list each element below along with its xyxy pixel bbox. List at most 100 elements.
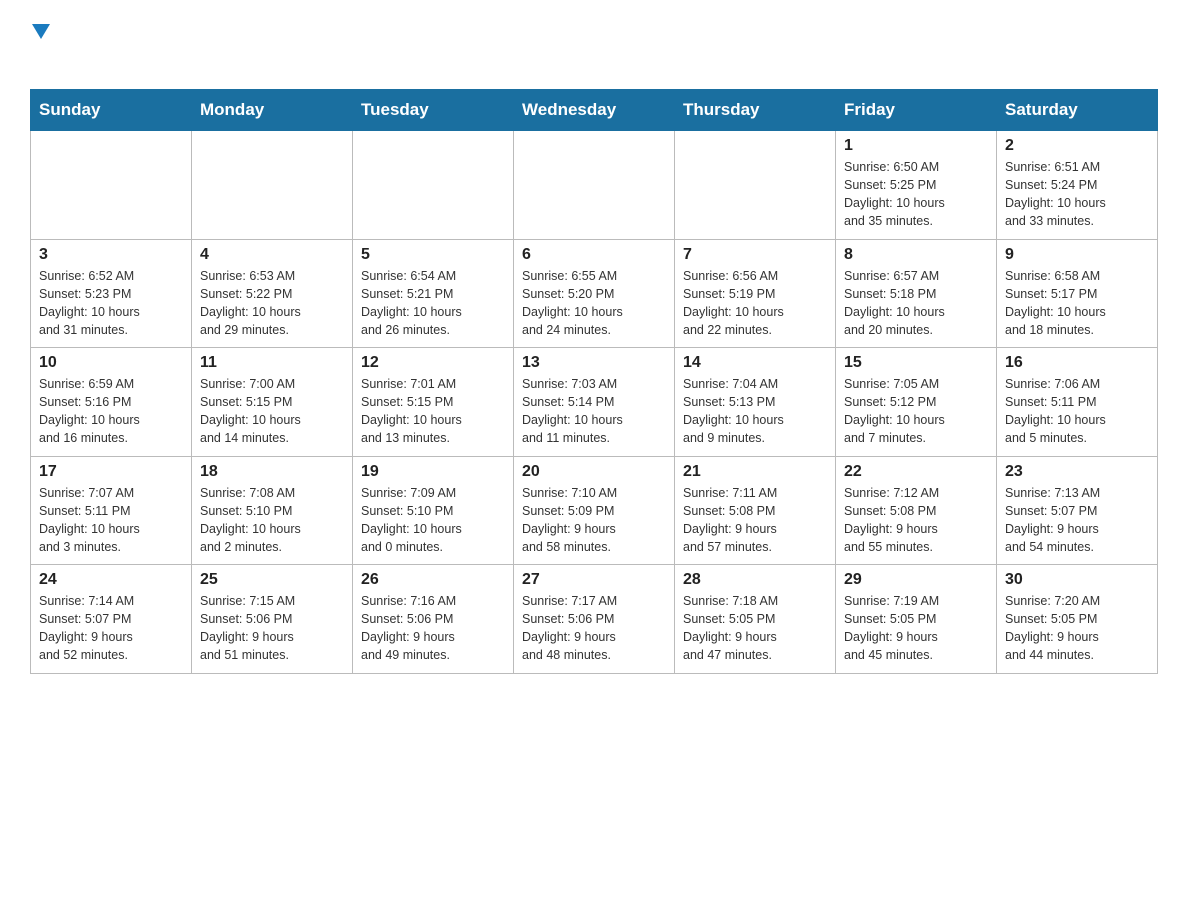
calendar-cell: 23 Sunrise: 7:13 AM Sunset: 5:07 PM Dayli…	[997, 456, 1158, 565]
weekday-header-wednesday: Wednesday	[514, 90, 675, 131]
day-number: 23	[1005, 463, 1149, 481]
calendar-cell: 21 Sunrise: 7:11 AM Sunset: 5:08 PM Dayli…	[675, 456, 836, 565]
logo-chevron-icon	[32, 24, 50, 39]
page-header	[30, 20, 1158, 69]
day-number: 15	[844, 354, 988, 372]
day-info: Sunrise: 7:11 AM Sunset: 5:08 PM Dayligh…	[683, 484, 827, 557]
day-info: Sunrise: 7:03 AM Sunset: 5:14 PM Dayligh…	[522, 375, 666, 448]
day-number: 2	[1005, 137, 1149, 155]
weekday-header-saturday: Saturday	[997, 90, 1158, 131]
calendar-cell: 9 Sunrise: 6:58 AM Sunset: 5:17 PM Daylig…	[997, 239, 1158, 348]
day-number: 5	[361, 246, 505, 264]
calendar-cell: 7 Sunrise: 6:56 AM Sunset: 5:19 PM Daylig…	[675, 239, 836, 348]
day-number: 16	[1005, 354, 1149, 372]
calendar-cell	[192, 131, 353, 240]
day-number: 29	[844, 571, 988, 589]
calendar-cell: 27 Sunrise: 7:17 AM Sunset: 5:06 PM Dayli…	[514, 565, 675, 674]
day-info: Sunrise: 6:58 AM Sunset: 5:17 PM Dayligh…	[1005, 267, 1149, 340]
calendar-cell: 11Sunrise: 7:00 AM Sunset: 5:15 PM Dayli…	[192, 348, 353, 457]
calendar-cell: 6 Sunrise: 6:55 AM Sunset: 5:20 PM Daylig…	[514, 239, 675, 348]
calendar-cell: 26 Sunrise: 7:16 AM Sunset: 5:06 PM Dayli…	[353, 565, 514, 674]
calendar-week-row: 10 Sunrise: 6:59 AM Sunset: 5:16 PM Dayli…	[31, 348, 1158, 457]
day-info: Sunrise: 7:04 AM Sunset: 5:13 PM Dayligh…	[683, 375, 827, 448]
calendar-cell	[31, 131, 192, 240]
day-info: Sunrise: 7:08 AM Sunset: 5:10 PM Dayligh…	[200, 484, 344, 557]
weekday-header-thursday: Thursday	[675, 90, 836, 131]
day-info: Sunrise: 6:53 AM Sunset: 5:22 PM Dayligh…	[200, 267, 344, 340]
day-number: 9	[1005, 246, 1149, 264]
calendar-week-row: 17 Sunrise: 7:07 AM Sunset: 5:11 PM Dayli…	[31, 456, 1158, 565]
day-info: Sunrise: 7:06 AM Sunset: 5:11 PM Dayligh…	[1005, 375, 1149, 448]
logo	[30, 20, 50, 69]
calendar-cell: 1Sunrise: 6:50 AM Sunset: 5:25 PM Daylig…	[836, 131, 997, 240]
day-info: Sunrise: 6:52 AM Sunset: 5:23 PM Dayligh…	[39, 267, 183, 340]
weekday-header-sunday: Sunday	[31, 90, 192, 131]
day-number: 4	[200, 246, 344, 264]
day-number: 18	[200, 463, 344, 481]
day-info: Sunrise: 7:20 AM Sunset: 5:05 PM Dayligh…	[1005, 592, 1149, 665]
day-number: 14	[683, 354, 827, 372]
calendar-cell: 5Sunrise: 6:54 AM Sunset: 5:21 PM Daylig…	[353, 239, 514, 348]
calendar-week-row: 1Sunrise: 6:50 AM Sunset: 5:25 PM Daylig…	[31, 131, 1158, 240]
calendar-week-row: 3 Sunrise: 6:52 AM Sunset: 5:23 PM Daylig…	[31, 239, 1158, 348]
day-number: 27	[522, 571, 666, 589]
calendar-cell: 28Sunrise: 7:18 AM Sunset: 5:05 PM Dayli…	[675, 565, 836, 674]
day-info: Sunrise: 6:50 AM Sunset: 5:25 PM Dayligh…	[844, 158, 988, 231]
weekday-header-row: SundayMondayTuesdayWednesdayThursdayFrid…	[31, 90, 1158, 131]
day-number: 10	[39, 354, 183, 372]
calendar-table: SundayMondayTuesdayWednesdayThursdayFrid…	[30, 89, 1158, 674]
day-info: Sunrise: 7:17 AM Sunset: 5:06 PM Dayligh…	[522, 592, 666, 665]
calendar-cell: 10 Sunrise: 6:59 AM Sunset: 5:16 PM Dayli…	[31, 348, 192, 457]
calendar-cell: 13 Sunrise: 7:03 AM Sunset: 5:14 PM Dayli…	[514, 348, 675, 457]
day-info: Sunrise: 7:07 AM Sunset: 5:11 PM Dayligh…	[39, 484, 183, 557]
day-info: Sunrise: 7:16 AM Sunset: 5:06 PM Dayligh…	[361, 592, 505, 665]
day-info: Sunrise: 6:59 AM Sunset: 5:16 PM Dayligh…	[39, 375, 183, 448]
day-number: 25	[200, 571, 344, 589]
calendar-week-row: 24Sunrise: 7:14 AM Sunset: 5:07 PM Dayli…	[31, 565, 1158, 674]
calendar-cell	[514, 131, 675, 240]
day-info: Sunrise: 7:19 AM Sunset: 5:05 PM Dayligh…	[844, 592, 988, 665]
day-number: 6	[522, 246, 666, 264]
day-info: Sunrise: 6:56 AM Sunset: 5:19 PM Dayligh…	[683, 267, 827, 340]
day-number: 13	[522, 354, 666, 372]
day-number: 3	[39, 246, 183, 264]
day-number: 22	[844, 463, 988, 481]
calendar-cell: 16 Sunrise: 7:06 AM Sunset: 5:11 PM Dayli…	[997, 348, 1158, 457]
calendar-cell: 12Sunrise: 7:01 AM Sunset: 5:15 PM Dayli…	[353, 348, 514, 457]
calendar-cell: 20 Sunrise: 7:10 AM Sunset: 5:09 PM Dayli…	[514, 456, 675, 565]
day-number: 7	[683, 246, 827, 264]
day-info: Sunrise: 7:09 AM Sunset: 5:10 PM Dayligh…	[361, 484, 505, 557]
logo-blue-text	[30, 35, 38, 68]
day-number: 20	[522, 463, 666, 481]
calendar-cell: 2 Sunrise: 6:51 AM Sunset: 5:24 PM Daylig…	[997, 131, 1158, 240]
calendar-cell: 19Sunrise: 7:09 AM Sunset: 5:10 PM Dayli…	[353, 456, 514, 565]
day-number: 17	[39, 463, 183, 481]
day-number: 26	[361, 571, 505, 589]
calendar-cell: 18 Sunrise: 7:08 AM Sunset: 5:10 PM Dayli…	[192, 456, 353, 565]
calendar-cell: 8 Sunrise: 6:57 AM Sunset: 5:18 PM Daylig…	[836, 239, 997, 348]
day-number: 30	[1005, 571, 1149, 589]
day-number: 21	[683, 463, 827, 481]
weekday-header-friday: Friday	[836, 90, 997, 131]
calendar-cell	[353, 131, 514, 240]
day-info: Sunrise: 7:10 AM Sunset: 5:09 PM Dayligh…	[522, 484, 666, 557]
calendar-cell: 24Sunrise: 7:14 AM Sunset: 5:07 PM Dayli…	[31, 565, 192, 674]
day-info: Sunrise: 6:57 AM Sunset: 5:18 PM Dayligh…	[844, 267, 988, 340]
day-number: 8	[844, 246, 988, 264]
calendar-cell: 22Sunrise: 7:12 AM Sunset: 5:08 PM Dayli…	[836, 456, 997, 565]
calendar-cell: 30 Sunrise: 7:20 AM Sunset: 5:05 PM Dayli…	[997, 565, 1158, 674]
weekday-header-monday: Monday	[192, 90, 353, 131]
day-info: Sunrise: 7:13 AM Sunset: 5:07 PM Dayligh…	[1005, 484, 1149, 557]
calendar-cell	[675, 131, 836, 240]
day-number: 11	[200, 354, 344, 372]
day-info: Sunrise: 6:51 AM Sunset: 5:24 PM Dayligh…	[1005, 158, 1149, 231]
day-info: Sunrise: 7:15 AM Sunset: 5:06 PM Dayligh…	[200, 592, 344, 665]
calendar-cell: 15 Sunrise: 7:05 AM Sunset: 5:12 PM Dayli…	[836, 348, 997, 457]
calendar-cell: 14 Sunrise: 7:04 AM Sunset: 5:13 PM Dayli…	[675, 348, 836, 457]
calendar-cell: 3 Sunrise: 6:52 AM Sunset: 5:23 PM Daylig…	[31, 239, 192, 348]
day-number: 12	[361, 354, 505, 372]
calendar-cell: 25 Sunrise: 7:15 AM Sunset: 5:06 PM Dayli…	[192, 565, 353, 674]
calendar-cell: 4 Sunrise: 6:53 AM Sunset: 5:22 PM Daylig…	[192, 239, 353, 348]
day-info: Sunrise: 7:05 AM Sunset: 5:12 PM Dayligh…	[844, 375, 988, 448]
day-info: Sunrise: 6:55 AM Sunset: 5:20 PM Dayligh…	[522, 267, 666, 340]
